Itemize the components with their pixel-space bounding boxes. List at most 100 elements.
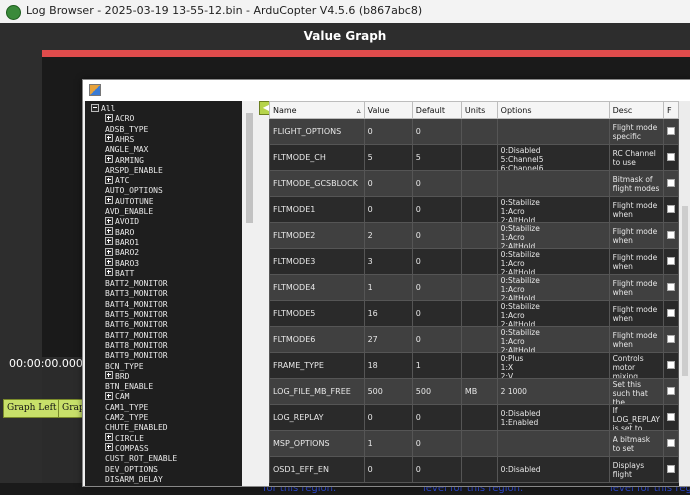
grid-scrollbar[interactable] [679,101,690,486]
tree-item[interactable]: CHUTE_ENABLED [105,423,168,433]
col-header-desc[interactable]: Desc [608,101,664,119]
tree-item[interactable]: BATT3_MONITOR [105,289,168,299]
tree-item[interactable]: ARMING [105,155,144,166]
cell-fav[interactable] [662,248,679,275]
tree-item[interactable]: BATT [105,268,134,279]
tree-item[interactable]: BATT7_MONITOR [105,331,168,341]
table-row[interactable]: FLTMODE2 2 0 0:Stabilize 1:Acro 2:AltHold Fl… [269,222,679,249]
cell-fav[interactable] [662,170,679,197]
cell-fav[interactable] [662,118,679,145]
tree-item[interactable]: BATT8_MONITOR [105,341,168,351]
expand-icon[interactable] [105,247,113,256]
cell-value[interactable]: 0 [363,404,413,431]
favorite-checkbox[interactable] [666,308,675,317]
favorite-checkbox[interactable] [666,360,675,369]
collapse-icon[interactable] [91,103,99,112]
tree-item[interactable]: BARO [105,227,134,238]
tree-item[interactable]: ANGLE_MAX [105,145,148,155]
cell-value[interactable]: 0 [363,196,413,223]
cell-value[interactable]: 3 [363,248,413,275]
expand-icon[interactable] [105,443,113,452]
favorite-checkbox[interactable] [666,334,675,343]
col-header-options[interactable]: Options [496,101,610,119]
table-row[interactable]: FLTMODE_CH 5 5 0:Disabled 5:Channel5 6:Chan… [269,144,679,171]
table-row[interactable]: FLTMODE1 0 0 0:Stabilize 1:Acro 2:AltHold Fl… [269,196,679,223]
col-header-default[interactable]: Default [411,101,462,119]
tree-item[interactable]: BARO1 [105,237,139,248]
graph-left-button[interactable]: Graph Left [3,399,59,418]
cell-value[interactable]: 0 [363,170,413,197]
tree-item[interactable]: CAM2_TYPE [105,413,148,423]
table-row[interactable]: FLTMODE6 27 0 0:Stabilize 1:Acro 2:AltHold F… [269,326,679,353]
cell-fav[interactable] [662,404,679,431]
tree-item[interactable]: COMPASS [105,443,149,454]
cell-value[interactable]: 5 [363,144,413,171]
table-row[interactable]: FLTMODE3 3 0 0:Stabilize 1:Acro 2:AltHold Fl… [269,248,679,275]
cell-fav[interactable] [662,222,679,249]
favorite-checkbox[interactable] [666,386,675,395]
tree-item[interactable]: All [91,103,115,114]
table-row[interactable]: OSD1_EFF_EN 0 0 0:Disabled Displays flight [269,456,679,483]
favorite-checkbox[interactable] [666,230,675,239]
favorite-checkbox[interactable] [666,204,675,213]
tree-item[interactable]: DISARM_DELAY [105,475,163,485]
favorite-checkbox[interactable] [666,438,675,447]
favorite-checkbox[interactable] [666,178,675,187]
table-row[interactable]: FLIGHT_OPTIONS 0 0 Flight mode specific [269,118,679,145]
tree-item[interactable]: BATT6_MONITOR [105,320,168,330]
table-row[interactable]: FRAME_TYPE 18 1 0:Plus 1:X 2:V Controls moto… [269,352,679,379]
cell-value[interactable]: 27 [363,326,413,353]
expand-icon[interactable] [105,433,113,442]
tree-item[interactable]: CIRCLE [105,433,144,444]
tree-item[interactable]: ATC [105,175,129,186]
tree-item[interactable]: ARSPD_ENABLE [105,166,163,176]
cell-fav[interactable] [662,326,679,353]
tree-item[interactable]: AVOID [105,216,139,227]
cell-value[interactable]: 1 [363,274,413,301]
graph-timeline-bar[interactable] [42,50,690,57]
table-row[interactable]: MSP_OPTIONS 1 0 A bitmask to set [269,430,679,457]
tree-item[interactable]: BRD [105,371,129,382]
parameter-grid[interactable]: Name ▵ Value Default Units Options Desc F… [269,101,679,486]
table-row[interactable]: LOG_FILE_MB_FREE 500 500 MB 2 1000 Set this s… [269,378,679,405]
expand-icon[interactable] [105,113,113,122]
tree-scrollbar-thumb[interactable] [246,113,253,223]
cell-fav[interactable] [662,144,679,171]
col-header-value[interactable]: Value [363,101,413,119]
tree-item[interactable]: BATT2_MONITOR [105,279,168,289]
tree-item[interactable]: BATT9_MONITOR [105,351,168,361]
cell-fav[interactable] [662,352,679,379]
col-header-name[interactable]: Name ▵ [269,101,365,119]
cell-value[interactable]: 500 [363,378,413,405]
tree-item[interactable]: AHRS [105,134,134,145]
favorite-checkbox[interactable] [666,412,675,421]
favorite-checkbox[interactable] [666,282,675,291]
tree-item[interactable]: BATT4_MONITOR [105,300,168,310]
cell-value[interactable]: 1 [363,430,413,457]
tree-item[interactable]: AUTO_OPTIONS [105,186,163,196]
cell-fav[interactable] [662,274,679,301]
tree-item[interactable]: ADSB_TYPE [105,125,148,135]
favorite-checkbox[interactable] [666,256,675,265]
cell-fav[interactable] [662,196,679,223]
dialog-title-bar[interactable] [83,80,690,101]
cell-value[interactable]: 2 [363,222,413,249]
expand-icon[interactable] [105,391,113,400]
table-row[interactable]: FLTMODE5 16 0 0:Stabilize 1:Acro 2:AltHold F… [269,300,679,327]
tree-item[interactable]: BATT5_MONITOR [105,310,168,320]
favorite-checkbox[interactable] [666,126,675,135]
tree-item[interactable]: CAM1_TYPE [105,403,148,413]
expand-icon[interactable] [105,227,113,236]
tree-item[interactable]: BTN_ENABLE [105,382,153,392]
expand-icon[interactable] [105,258,113,266]
tree-item[interactable]: AUTOTUNE [105,196,154,207]
table-row[interactable]: FLTMODE4 1 0 0:Stabilize 1:Acro 2:AltHold Fl… [269,274,679,301]
cell-value[interactable]: 0 [363,456,413,483]
tree-item[interactable]: DEV_OPTIONS [105,465,158,475]
expand-icon[interactable] [105,268,113,277]
expand-icon[interactable] [105,175,113,184]
expand-icon[interactable] [105,371,113,380]
tree-scrollbar[interactable] [242,101,258,486]
tree-item[interactable]: CUST_ROT_ENABLE [105,454,177,464]
tree-item[interactable]: CAM [105,391,129,402]
